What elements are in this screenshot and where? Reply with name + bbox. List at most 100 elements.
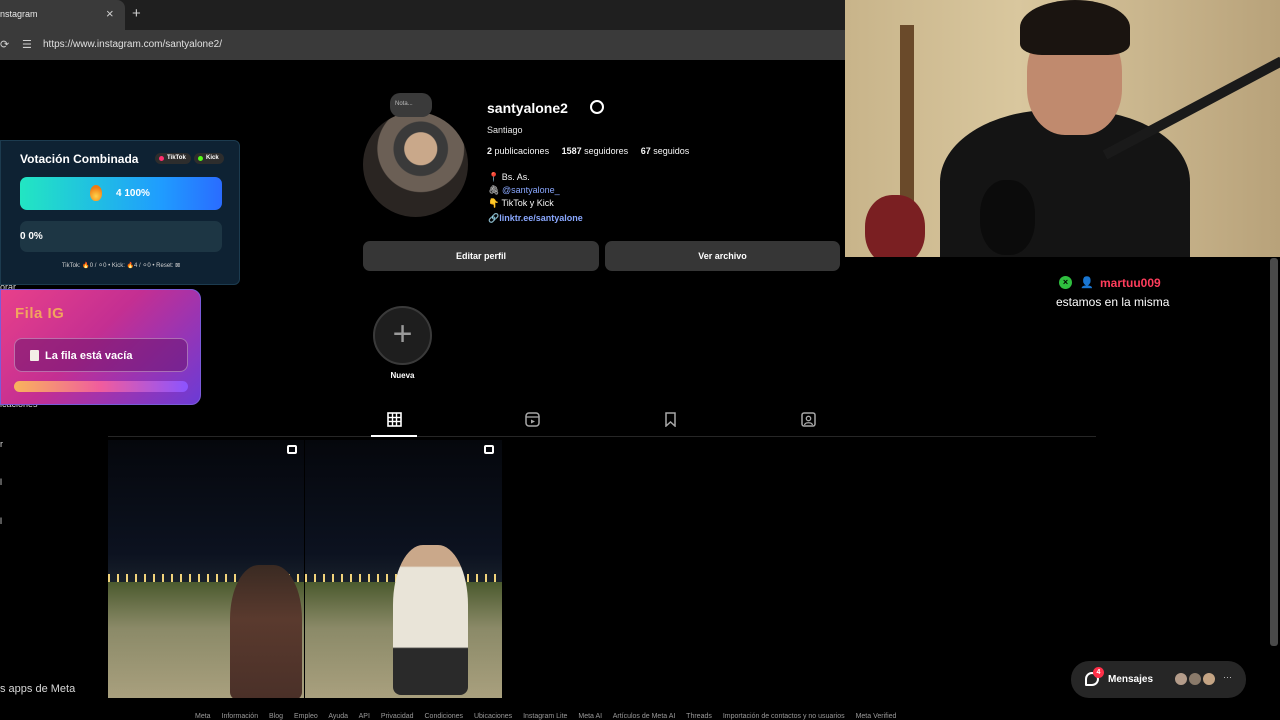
post-photo bbox=[108, 440, 304, 582]
kick-badge-icon: × bbox=[1059, 276, 1072, 289]
site-settings-icon[interactable]: ☰ bbox=[22, 38, 32, 51]
post-thumbnail[interactable] bbox=[305, 440, 502, 698]
browser-tab-bar: nstagram × + bbox=[0, 0, 845, 30]
tab-active-indicator bbox=[371, 435, 417, 437]
flame-icon bbox=[90, 185, 102, 201]
edit-profile-button[interactable]: Editar perfil bbox=[363, 241, 599, 271]
multi-photo-icon bbox=[287, 445, 297, 454]
bio-link-row: 🔗linktr.ee/santyalone bbox=[488, 213, 583, 224]
footer-link[interactable]: Blog bbox=[269, 713, 283, 720]
following-count[interactable]: 67 bbox=[641, 146, 651, 156]
profile-username: santyalone2 bbox=[487, 100, 568, 116]
microphone bbox=[980, 180, 1035, 255]
vote-option-2-value: 0 0% bbox=[20, 231, 43, 242]
reels-icon[interactable] bbox=[525, 412, 540, 427]
footer-links: Meta Información Blog Empleo Ayuda API P… bbox=[195, 713, 905, 720]
footer-link[interactable]: Empleo bbox=[294, 713, 318, 720]
bio-handle-row: 🖇 @santyalone_ bbox=[488, 185, 560, 196]
footer-link[interactable]: Ubicaciones bbox=[474, 713, 512, 720]
footer-link[interactable]: Instagram Lite bbox=[523, 713, 567, 720]
messages-count-badge: 4 bbox=[1093, 667, 1104, 678]
chat-message: estamos en la misma bbox=[1056, 295, 1170, 309]
bio-link[interactable]: linktr.ee/santyalone bbox=[499, 213, 583, 223]
pin-icon: 🖇 bbox=[488, 185, 502, 195]
grid-icon[interactable] bbox=[387, 412, 402, 427]
webcam-feed bbox=[845, 0, 1280, 257]
followers-label[interactable]: seguidores bbox=[584, 146, 628, 156]
kick-dot-icon bbox=[198, 156, 203, 161]
multi-photo-icon bbox=[484, 445, 494, 454]
tab-title: nstagram bbox=[0, 9, 38, 19]
fila-empty-box: La fila está vacía bbox=[14, 338, 188, 372]
saved-icon[interactable] bbox=[663, 412, 678, 427]
footer-link[interactable]: Importación de contactos y no usuarios bbox=[723, 713, 845, 720]
footer-link[interactable]: Threads bbox=[686, 713, 712, 720]
address-bar: ⟳ ☰ https://www.instagram.com/santyalone… bbox=[0, 30, 845, 60]
vote-option-1-bar: 4 100% bbox=[20, 177, 222, 210]
post-thumbnail[interactable] bbox=[108, 440, 304, 698]
avatar bbox=[1201, 671, 1217, 687]
mic-arm bbox=[1102, 56, 1280, 160]
scrollbar[interactable] bbox=[1270, 258, 1278, 646]
following-label[interactable]: seguidos bbox=[653, 146, 689, 156]
footer-link[interactable]: API bbox=[359, 713, 370, 720]
streamer-hair bbox=[1020, 0, 1130, 55]
fila-empty-text: La fila está vacía bbox=[45, 350, 133, 362]
followers-count[interactable]: 1587 bbox=[562, 146, 582, 156]
footer-link[interactable]: Meta bbox=[195, 713, 211, 720]
chat-username: martuu009 bbox=[1100, 276, 1161, 290]
vote-option-2-bar: 0 0% bbox=[20, 221, 222, 252]
post-person bbox=[393, 545, 468, 695]
messages-label: Mensajes bbox=[1108, 674, 1154, 685]
new-highlight-label: Nueva bbox=[390, 371, 415, 380]
new-highlight-button[interactable]: + bbox=[373, 306, 432, 365]
profile-stats: 2 publicaciones 1587 seguidores 67 segui… bbox=[487, 146, 689, 156]
footer-link[interactable]: Información bbox=[222, 713, 259, 720]
settings-gear-icon[interactable] bbox=[590, 100, 604, 114]
footer-link[interactable]: Privacidad bbox=[381, 713, 414, 720]
fila-progress-bar bbox=[14, 381, 188, 392]
tiktok-dot-icon bbox=[159, 156, 164, 161]
browser-tab[interactable]: nstagram × bbox=[0, 0, 125, 30]
bio-handle-link[interactable]: @santyalone_ bbox=[502, 185, 560, 195]
view-archive-button[interactable]: Ver archivo bbox=[605, 241, 840, 271]
posts-count: 2 bbox=[487, 146, 493, 156]
sidebar-fragment[interactable]: r bbox=[0, 439, 3, 449]
bio-platforms: 👇 TikTok y Kick bbox=[488, 198, 554, 208]
new-tab-icon[interactable]: + bbox=[132, 5, 141, 22]
sidebar-more-apps[interactable]: s apps de Meta bbox=[0, 683, 75, 695]
footer-link[interactable]: Condiciones bbox=[425, 713, 464, 720]
note-bubble[interactable]: Nota... bbox=[390, 93, 432, 117]
post-person bbox=[230, 565, 302, 698]
footer-link[interactable]: Meta AI bbox=[578, 713, 602, 720]
tagged-icon[interactable] bbox=[801, 412, 816, 427]
guitar-body bbox=[865, 195, 925, 257]
sidebar-fragment[interactable]: l bbox=[0, 477, 2, 487]
document-icon bbox=[30, 350, 39, 361]
fila-widget: Fila IG La fila está vacía bbox=[0, 289, 201, 405]
vote-option-1-value: 4 100% bbox=[116, 188, 150, 199]
tab-close-icon[interactable]: × bbox=[106, 6, 114, 21]
posts-label: publicaciones bbox=[494, 146, 550, 156]
messages-button[interactable]: 4 Mensajes ··· bbox=[1071, 661, 1246, 698]
vote-title: Votación Combinada bbox=[20, 152, 139, 166]
more-icon: ··· bbox=[1223, 672, 1232, 682]
profile-full-name: Santiago bbox=[487, 125, 523, 135]
bio-location: 📍 Bs. As. bbox=[488, 172, 530, 182]
sidebar-fragment[interactable]: l bbox=[0, 516, 2, 526]
kick-pill: Kick bbox=[194, 153, 224, 164]
footer-link[interactable]: Artículos de Meta AI bbox=[613, 713, 676, 720]
tiktok-pill: TikTok bbox=[155, 153, 191, 164]
profile-avatar[interactable] bbox=[363, 112, 468, 217]
url-field[interactable]: https://www.instagram.com/santyalone2/ bbox=[43, 39, 222, 50]
user-icon: 👤 bbox=[1080, 277, 1094, 289]
vote-footer: TikTok: 🔥0 / ⚪0 • Kick: 🔥4 / ⚪0 • Reset:… bbox=[61, 263, 181, 269]
vote-widget: Votación Combinada TikTok Kick 4 100% 0 … bbox=[0, 140, 240, 285]
fila-title: Fila IG bbox=[15, 305, 65, 322]
link-icon: 🔗 bbox=[488, 213, 500, 223]
footer-link[interactable]: Meta Verified bbox=[856, 713, 897, 720]
reload-icon[interactable]: ⟳ bbox=[0, 38, 9, 51]
footer-link[interactable]: Ayuda bbox=[328, 713, 348, 720]
tabs-divider bbox=[108, 436, 1096, 437]
plus-icon: + bbox=[392, 315, 413, 353]
